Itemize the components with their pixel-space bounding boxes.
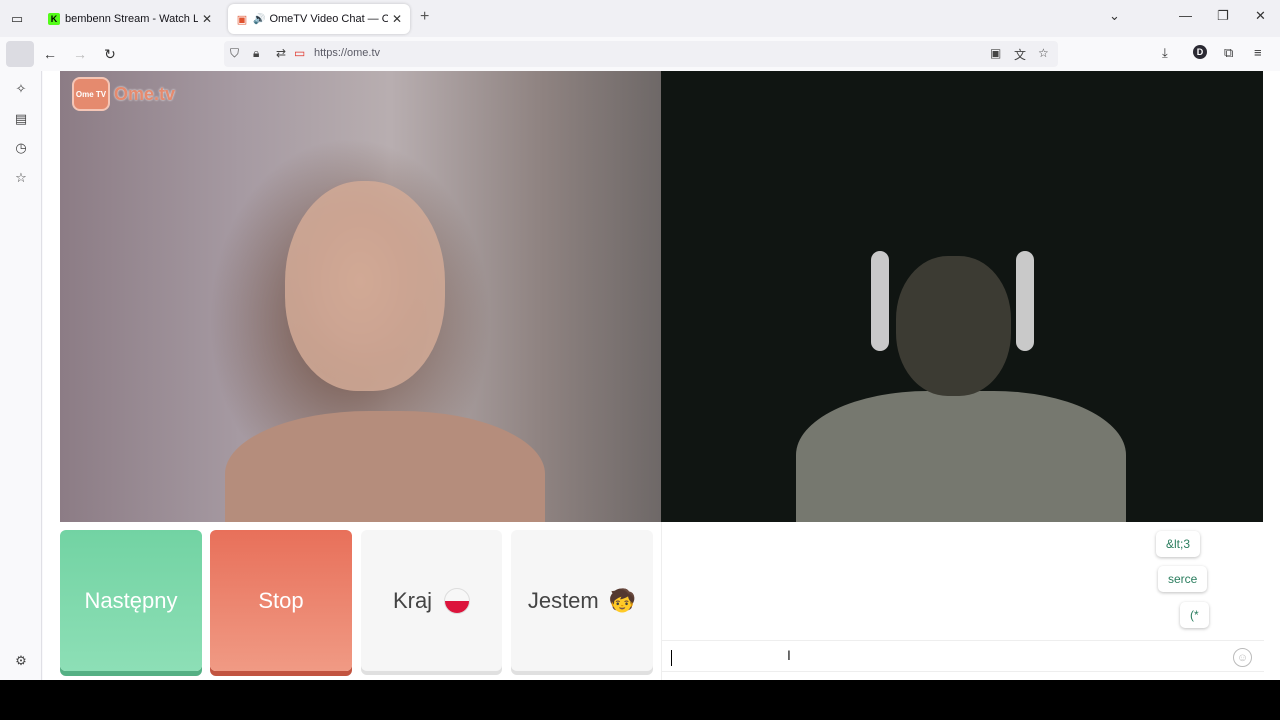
history-icon[interactable]: ◷ [13,140,29,156]
nav-bar: ← → ↻ ⛉ 🔒︎ ⇄ ▭ https://ome.tv ▣ 文 ☆ ⤓ ⧉ … [0,37,1280,71]
self-video-face [896,256,1011,396]
speaker-icon[interactable]: 🔊 [253,14,265,25]
bookmarks-star-icon[interactable]: ☆ [13,170,29,186]
tab-list-icon[interactable]: ▭ [6,8,28,30]
chat-panel: &lt;3 serce (* I ☺ [661,522,1264,680]
kick-icon: K [48,13,60,25]
logo-text: Ome.tv [114,83,176,104]
menu-icon[interactable]: ≡ [1254,45,1262,60]
headphone-left [871,251,889,351]
tab-overflow-chevron-icon[interactable]: ⌄ [1109,8,1120,24]
close-icon[interactable]: ✕ [392,12,402,26]
camera-sharing-icon[interactable]: ▭ [294,46,305,60]
partner-video: Ome TV Ome.tv [60,71,661,522]
tab-ometv[interactable]: ▣ 🔊 OmeTV Video Chat — Ome ✕ [228,4,410,34]
stop-button[interactable]: Stop [210,530,352,671]
ometv-logo: Ome TV Ome.tv [72,77,175,111]
tab-kick[interactable]: K bembenn Stream - Watch Live o ✕ [40,4,220,34]
emoji-smiley-icon[interactable]: ☺ [1233,648,1252,667]
next-label: Następny [84,587,178,613]
profile-avatar[interactable]: D [1193,45,1207,59]
url-text[interactable]: https://ome.tv [314,47,380,59]
lock-icon[interactable]: 🔒︎ [253,46,259,61]
permissions-icon[interactable]: ⇄ [276,46,286,60]
picture-icon[interactable]: ▣ [990,46,1001,60]
forward-icon[interactable]: → [71,45,89,63]
shield-icon[interactable]: ⛉ [230,46,239,61]
bookmark-star-icon[interactable]: ☆ [1038,46,1049,60]
ibeam-cursor-icon: I [787,647,791,663]
tab-title: bembenn Stream - Watch Live o [65,13,198,25]
settings-gear-icon[interactable]: ⚙ [13,653,29,669]
ometv-page: Ome TV Ome.tv Następny Stop Kraj Jestem … [43,71,1280,680]
next-button[interactable]: Następny [60,530,202,671]
restore-icon[interactable]: ❐ [1217,8,1229,24]
minimize-icon[interactable]: — [1179,8,1192,23]
gender-button[interactable]: Jestem 🧒 [511,530,653,671]
reload-icon[interactable]: ↻ [101,45,119,63]
suggestion-chip[interactable]: &lt;3 [1156,531,1201,557]
gender-label: Jestem [527,587,599,613]
new-tab-icon[interactable]: + [420,8,429,26]
chat-input[interactable]: I ☺ [662,640,1264,672]
extensions-icon[interactable]: ⧉ [1224,45,1233,61]
country-button[interactable]: Kraj [361,530,502,671]
boy-face-icon: 🧒 [608,587,637,613]
country-label: Kraj [392,587,433,613]
logo-badge: Ome TV [72,77,110,111]
ometv-icon: ▣ [236,13,248,26]
partner-video-figure [225,411,545,522]
tab-strip: ▭ K bembenn Stream - Watch Live o ✕ ▣ 🔊 … [0,0,1280,37]
self-video-figure [796,391,1126,522]
partner-video-face [285,181,445,391]
headphone-right [1016,251,1034,351]
self-video [661,71,1263,522]
suggestion-chip[interactable]: serce [1158,566,1208,592]
url-bar[interactable]: ⛉ 🔒︎ ⇄ ▭ https://ome.tv ▣ 文 ☆ [224,41,1058,67]
window-close-icon[interactable]: ✕ [1255,8,1266,24]
browser-sidebar: ✧ ▤ ◷ ☆ ⚙ [0,71,42,680]
translate-icon[interactable]: 文 [1014,46,1026,63]
text-caret [671,650,672,666]
synced-tabs-icon[interactable]: ▤ [13,111,29,127]
tab-title: OmeTV Video Chat — Ome [269,13,388,25]
browser-window: ▭ K bembenn Stream - Watch Live o ✕ ▣ 🔊 … [0,0,1280,680]
close-icon[interactable]: ✕ [202,12,212,26]
sidebar-toggle-button[interactable] [6,41,34,67]
poland-flag-icon [444,587,471,614]
suggestion-chip[interactable]: (* [1180,602,1209,628]
download-icon[interactable]: ⤓ [1162,45,1168,61]
stop-label: Stop [258,587,304,613]
ai-sparkle-icon[interactable]: ✧ [13,81,29,97]
back-icon[interactable]: ← [41,45,59,63]
